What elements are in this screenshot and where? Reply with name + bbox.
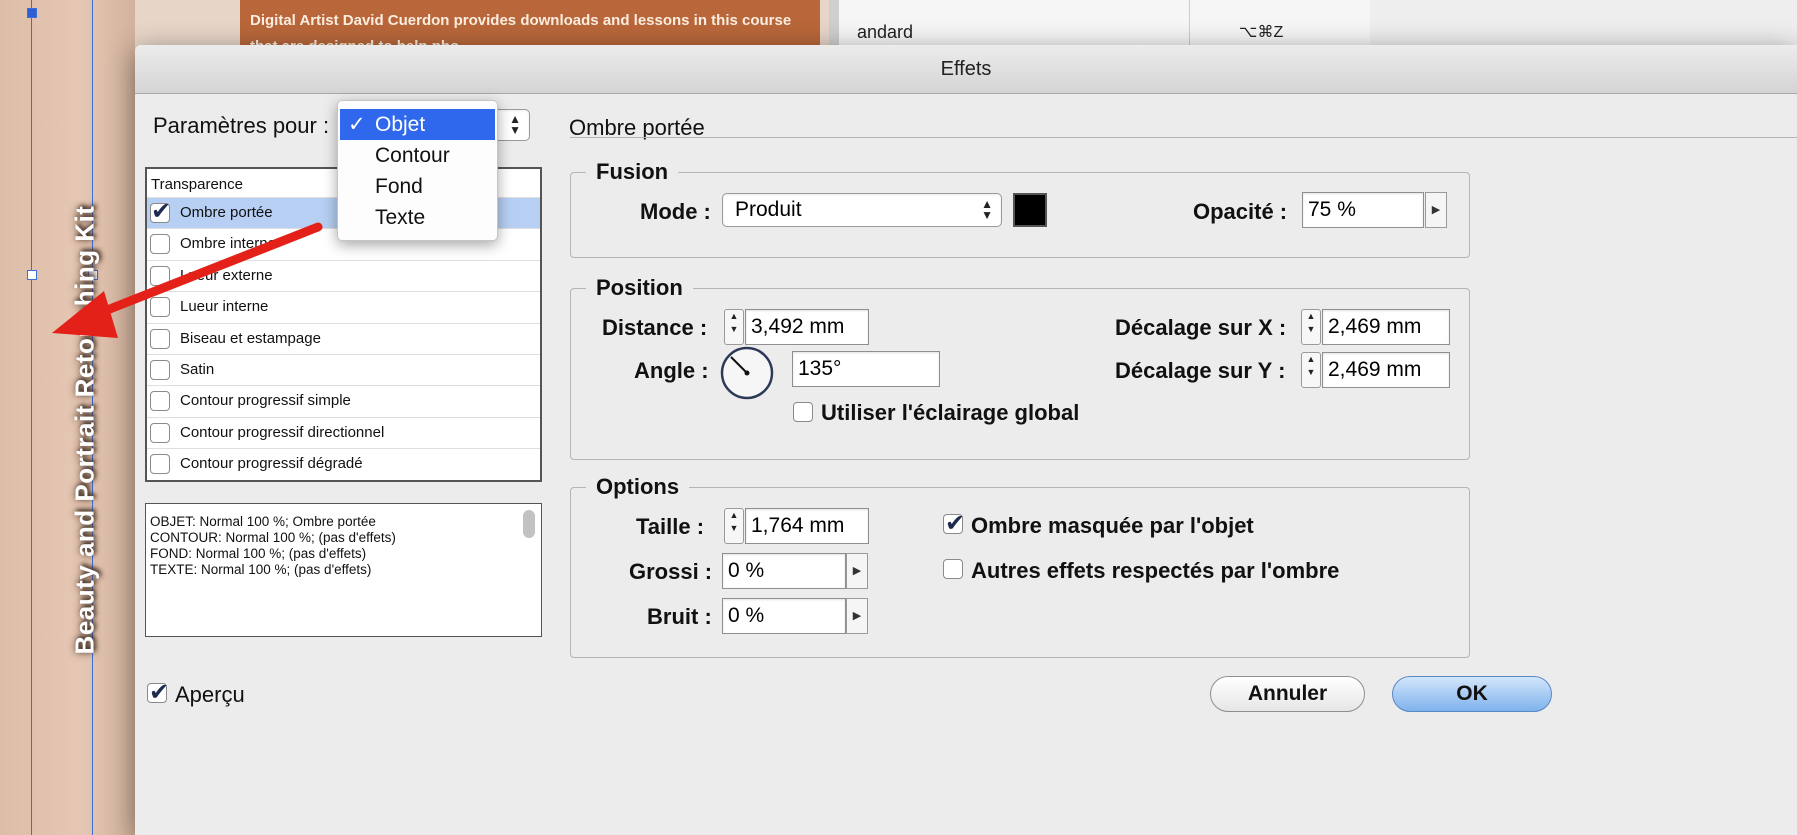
opacity-label: Opacité : — [1193, 199, 1288, 224]
noise-label: Bruit : — [647, 604, 712, 629]
size-stepper[interactable]: ▲ ▼ — [724, 508, 744, 544]
popup-menu-item-label: Contour — [375, 144, 450, 167]
popup-menu-item[interactable]: ✓ Objet — [340, 109, 495, 140]
effects-summary: OBJET: Normal 100 %; Ombre portée CONTOUR… — [145, 503, 542, 637]
knockout-checkbox[interactable] — [943, 509, 965, 538]
effect-row[interactable]: Satin — [147, 354, 540, 385]
offset-x-field[interactable]: 2,469 mm — [1322, 309, 1450, 345]
selection-frame-left-edge — [31, 0, 32, 835]
effect-checkbox[interactable] — [150, 234, 170, 255]
effect-row[interactable]: Contour progressif directionnel — [147, 416, 540, 448]
spread-field[interactable]: 0 % — [722, 553, 846, 589]
summary-line: CONTOUR: Normal 100 %; (pas d'effets) — [150, 530, 396, 545]
angle-dial[interactable] — [719, 345, 775, 401]
honor-effects-label[interactable]: Autres effets respectés par l'ombre — [971, 558, 1339, 584]
popup-menu-item-label: Texte — [375, 206, 426, 229]
popup-menu-item-label: Objet — [375, 113, 426, 136]
effect-checkbox[interactable] — [150, 265, 170, 286]
effect-label: Lueur externe — [180, 266, 273, 284]
summary-line: TEXTE: Normal 100 %; (pas d'effets) — [150, 562, 372, 577]
options-group-title: Options — [586, 474, 690, 500]
summary-scrollbar[interactable] — [523, 510, 535, 538]
offset-x-label: Décalage sur X : — [1115, 315, 1287, 340]
effect-label: Biseau et estampage — [180, 329, 321, 347]
select-arrows-icon: ▲ ▼ — [509, 112, 521, 137]
effect-label: Contour progressif simple — [180, 392, 351, 410]
summary-line: OBJET: Normal 100 %; Ombre portée — [150, 514, 376, 529]
ok-button[interactable]: OK — [1392, 676, 1552, 712]
shadow-color-swatch[interactable] — [1013, 193, 1047, 227]
size-field[interactable]: 1,764 mm — [745, 508, 869, 544]
global-light-checkbox[interactable] — [793, 402, 813, 422]
size-label: Taille : — [636, 514, 705, 539]
preview-checkbox[interactable] — [147, 678, 169, 707]
checkmark-icon: ✓ — [348, 113, 366, 136]
vertical-title-text[interactable]: Beauty and Portrait Retouching Kit — [70, 206, 101, 655]
noise-slider-button[interactable]: ▶ — [846, 598, 868, 634]
distance-field[interactable]: 3,492 mm — [745, 309, 869, 345]
spread-slider-button[interactable]: ▶ — [846, 553, 868, 589]
fusion-group-title: Fusion — [586, 159, 679, 185]
mode-label: Mode : — [640, 199, 711, 224]
blend-mode-select[interactable]: Produit ▲ ▼ — [722, 193, 1002, 227]
effect-row[interactable]: Lueur externe — [147, 259, 540, 291]
effect-label: Ombre interne — [180, 235, 276, 253]
popup-menu-item[interactable]: Contour — [340, 140, 495, 171]
effect-checkbox[interactable] — [150, 422, 170, 443]
effect-row[interactable]: Lueur interne — [147, 291, 540, 322]
effect-label: Contour progressif dégradé — [180, 455, 363, 473]
opacity-field[interactable]: 75 % — [1302, 192, 1424, 228]
noise-field[interactable]: 0 % — [722, 598, 846, 634]
background-menu-shortcut: ⌥⌘Z — [1239, 24, 1284, 41]
settings-for-popup-menu: ✓ Objet Contour Fond Texte — [337, 100, 498, 241]
effect-checkbox[interactable] — [150, 454, 170, 475]
selection-handle[interactable] — [27, 270, 37, 280]
distance-label: Distance : — [602, 315, 708, 340]
section-divider — [570, 137, 1797, 138]
offset-x-stepper[interactable]: ▲ ▼ — [1301, 309, 1321, 345]
opacity-slider-button[interactable]: ▶ — [1425, 192, 1447, 228]
position-group-title: Position — [586, 275, 693, 301]
dialog-title[interactable]: Effets — [135, 45, 1797, 94]
select-arrows-icon: ▲ ▼ — [981, 197, 993, 222]
effects-list-header[interactable]: Transparence — [151, 176, 243, 193]
effect-label: Ombre portée — [180, 204, 273, 221]
honor-effects-checkbox[interactable] — [943, 559, 963, 579]
offset-y-stepper[interactable]: ▲ ▼ — [1301, 352, 1321, 388]
popup-menu-item[interactable]: Fond — [340, 171, 495, 202]
spread-label: Grossi : — [629, 559, 713, 584]
popup-menu-item[interactable]: Texte — [340, 202, 495, 233]
background-menu-item: andard — [857, 22, 914, 42]
effect-checkbox[interactable] — [150, 297, 170, 318]
document-page-strip — [0, 0, 135, 835]
blend-mode-value: Produit — [735, 198, 802, 221]
selection-handle[interactable] — [27, 8, 37, 18]
distance-stepper[interactable]: ▲ ▼ — [724, 309, 744, 345]
cancel-button[interactable]: Annuler — [1210, 676, 1365, 712]
effect-label: Satin — [180, 361, 215, 378]
popup-menu-item-label: Fond — [375, 175, 423, 198]
effect-checkbox[interactable] — [150, 328, 170, 349]
effect-row[interactable]: Biseau et estampage — [147, 322, 540, 354]
summary-line: FOND: Normal 100 %; (pas d'effets) — [150, 546, 367, 561]
offset-y-label: Décalage sur Y : — [1115, 358, 1286, 383]
effect-label: Contour progressif directionnel — [180, 423, 385, 441]
settings-for-label: Paramètres pour : — [153, 113, 330, 138]
effect-label: Lueur interne — [180, 298, 269, 316]
global-light-label[interactable]: Utiliser l'éclairage global — [821, 400, 1079, 426]
effect-row[interactable]: Contour progressif simple — [147, 385, 540, 416]
preview-label[interactable]: Aperçu — [175, 682, 245, 708]
effect-row[interactable]: Contour progressif dégradé — [147, 448, 540, 479]
effect-checkbox[interactable] — [150, 360, 170, 380]
offset-y-field[interactable]: 2,469 mm — [1322, 352, 1450, 388]
angle-label: Angle : — [634, 358, 709, 383]
effect-checkbox[interactable] — [150, 391, 170, 412]
angle-field[interactable]: 135° — [792, 351, 940, 387]
effect-checkbox[interactable] — [150, 197, 171, 226]
knockout-label[interactable]: Ombre masquée par l'objet — [971, 513, 1254, 539]
